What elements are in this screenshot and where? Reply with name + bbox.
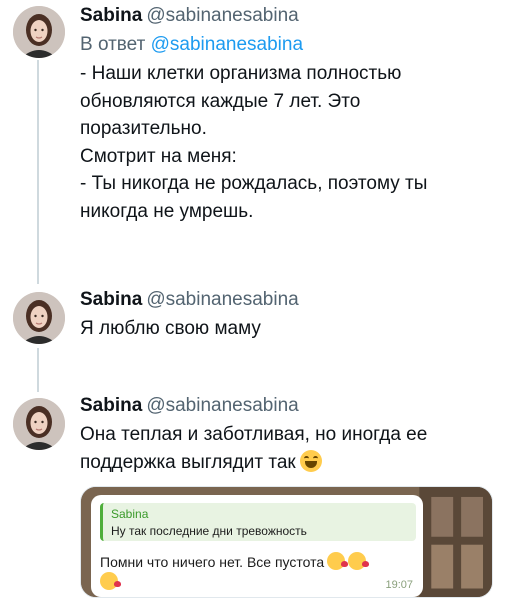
grinning-face-emoji-icon xyxy=(299,450,322,472)
avatar[interactable] xyxy=(13,6,65,58)
chat-message-bubble: Sabina Ну так последние дни тревожность … xyxy=(91,495,423,597)
chat-message-text: Помни что ничего нет. Все пустота xyxy=(100,552,370,570)
message-timestamp: 19:07 xyxy=(385,579,413,591)
tweet-text-wrap: Она теплая и заботливая, но иногда ее по… xyxy=(80,421,493,477)
author-handle[interactable]: @sabinanesabina xyxy=(146,289,298,310)
avatar[interactable] xyxy=(13,292,65,344)
tweet-header: Sabina @sabinanesabina xyxy=(80,4,493,28)
kissing-heart-emoji-icon xyxy=(348,552,370,570)
author-name[interactable]: Sabina xyxy=(80,289,142,310)
tweet-media-image[interactable]: Sabina Ну так последние дни тревожность … xyxy=(80,486,493,598)
author-handle[interactable]: @sabinanesabina xyxy=(146,395,298,416)
emoji-row xyxy=(97,572,121,592)
kissing-heart-emoji-icon xyxy=(100,572,121,590)
message-body: Помни что ничего нет. Все пустота xyxy=(100,554,325,570)
tweet-text: Я люблю свою маму xyxy=(80,318,261,339)
reply-prefix: В ответ xyxy=(80,34,146,55)
kissing-heart-emoji-icon xyxy=(327,552,349,570)
avatar[interactable] xyxy=(13,398,65,450)
tweet-2[interactable]: Sabina @sabinanesabina Я люблю свою маму xyxy=(0,288,507,368)
tweet-text: Она теплая и заботливая, но иногда ее по… xyxy=(80,424,428,473)
author-name[interactable]: Sabina xyxy=(80,5,142,26)
author-name[interactable]: Sabina xyxy=(80,395,142,416)
quote-author: Sabina xyxy=(111,507,149,521)
tweet-text: - Наши клетки организма полностью обновл… xyxy=(80,63,428,222)
reply-quote: Sabina Ну так последние дни тревожность xyxy=(100,503,416,541)
author-handle[interactable]: @sabinanesabina xyxy=(146,5,298,26)
reply-context: В ответ @sabinanesabina xyxy=(80,32,493,57)
tweet-1[interactable]: Sabina @sabinanesabina В ответ @sabinanes… xyxy=(0,0,507,290)
tweet-header: Sabina @sabinanesabina xyxy=(80,394,493,418)
reply-mention-link[interactable]: @sabinanesabina xyxy=(151,34,303,55)
quote-text: Ну так последние дни тревожность xyxy=(111,524,307,538)
tweet-header: Sabina @sabinanesabina xyxy=(80,288,493,312)
